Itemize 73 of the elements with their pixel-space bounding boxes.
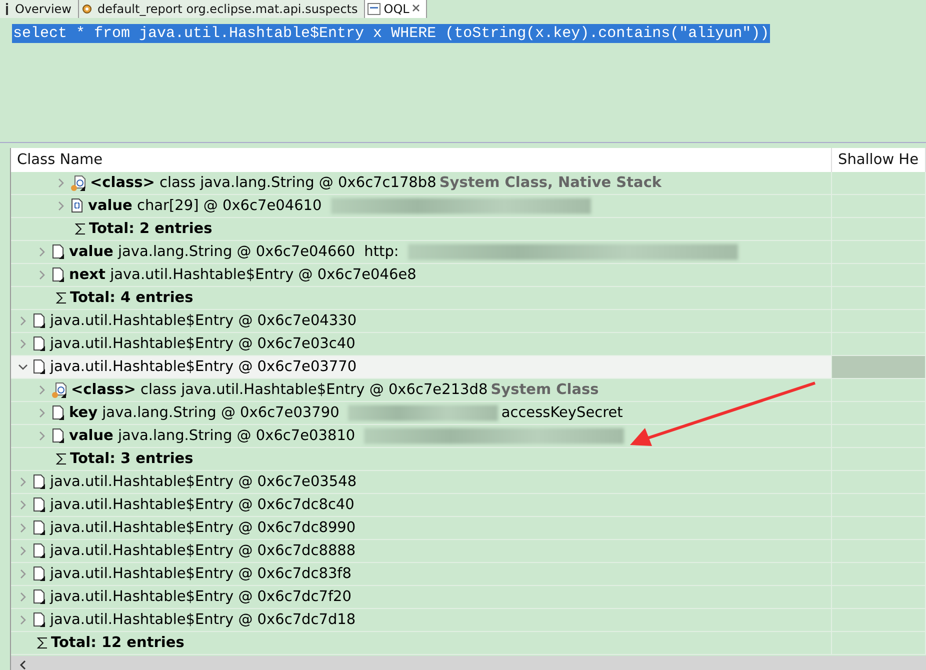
object-label: java.util.Hashtable$Entry @ 0x6c7e03c40 — [50, 336, 356, 352]
class-icon — [70, 174, 87, 192]
tree-row[interactable]: Total: 12 entries — [11, 632, 926, 655]
object-label: value char[29] @ 0x6c7e04610 — [88, 198, 322, 214]
object-icon — [32, 589, 47, 605]
class-note: System Class — [490, 382, 599, 398]
object-icon — [51, 244, 66, 260]
tree-row[interactable]: Total: 2 entries — [11, 218, 926, 241]
sigma-icon — [37, 637, 48, 649]
object-icon — [32, 336, 47, 352]
sigma-icon — [75, 223, 86, 235]
object-label: java.util.Hashtable$Entry @ 0x6c7dc8c40 — [50, 497, 354, 513]
object-label: value java.lang.String @ 0x6c7e03810 — [69, 428, 356, 444]
object-icon — [32, 612, 47, 628]
total-label: Total: 12 entries — [51, 635, 184, 651]
query-document-icon — [366, 3, 381, 15]
tree-row[interactable]: java.util.Hashtable$Entry @ 0x6c7e04330 — [11, 310, 926, 333]
class-note: System Class, Native Stack — [439, 175, 662, 191]
object-icon — [51, 267, 66, 283]
editor-tab[interactable]: default_report org.eclipse.mat.api.suspects — [78, 0, 365, 18]
object-label: value java.lang.String @ 0x6c7e04660 — [69, 244, 356, 260]
value-text: http: — [364, 244, 399, 260]
object-icon — [32, 566, 47, 582]
tree-row[interactable]: java.util.Hashtable$Entry @ 0x6c7dc8888 — [11, 540, 926, 563]
object-icon — [32, 520, 47, 536]
object-label: java.util.Hashtable$Entry @ 0x6c7dc7d18 — [50, 612, 356, 628]
tree-row[interactable]: value char[29] @ 0x6c7e04610 — [11, 195, 926, 218]
object-label: java.util.Hashtable$Entry @ 0x6c7e03770 — [50, 359, 357, 375]
tree-row[interactable]: <class> class java.util.Hashtable$Entry @ 0x6c7e213d8 System Class — [11, 379, 926, 402]
object-label: java.util.Hashtable$Entry @ 0x6c7e04330 — [50, 313, 357, 329]
editor-tab[interactable]: Overview — [0, 0, 78, 18]
tree-row[interactable]: Total: 3 entries — [11, 448, 926, 471]
tree-row[interactable]: java.util.Hashtable$Entry @ 0x6c7dc8c40 — [11, 494, 926, 517]
query-text[interactable]: select * from java.util.Hashtable$Entry x WHERE (toString(x.key).contains("aliyun")) — [12, 24, 770, 43]
tree-row[interactable]: java.util.Hashtable$Entry @ 0x6c7e03548 — [11, 471, 926, 494]
object-label: <class> class java.lang.String @ 0x6c7c178b8 — [90, 175, 436, 191]
tree-row[interactable]: <class> class java.lang.String @ 0x6c7c178b8 System Class, Native Stack — [11, 172, 926, 195]
class-icon — [51, 382, 68, 398]
total-label: Total: 4 entries — [70, 290, 194, 306]
editor-tab[interactable]: OQL — [364, 0, 428, 18]
scroll-left-icon[interactable] — [19, 660, 27, 670]
value-text: accessKeySecret — [501, 405, 623, 421]
column-header[interactable]: Shallow He — [832, 148, 926, 172]
object-icon — [32, 543, 47, 559]
object-icon — [32, 474, 47, 490]
tree-row[interactable]: java.util.Hashtable$Entry @ 0x6c7dc8990 — [11, 517, 926, 540]
object-icon — [51, 428, 66, 444]
sigma-icon — [56, 292, 67, 304]
object-label: key java.lang.String @ 0x6c7e03790 — [69, 405, 340, 421]
object-icon — [32, 497, 47, 513]
object-label: <class> class java.util.Hashtable$Entry @ 0x6c7e213d8 — [71, 382, 488, 398]
tree-row[interactable]: java.util.Hashtable$Entry @ 0x6c7dc7d18 — [11, 609, 926, 632]
tree-row[interactable]: key java.lang.String @ 0x6c7e03790 accessKeySecret — [11, 402, 926, 425]
total-label: Total: 2 entries — [89, 221, 212, 237]
sigma-icon — [56, 453, 67, 465]
object-label: java.util.Hashtable$Entry @ 0x6c7dc83f8 — [50, 566, 352, 582]
tree-row[interactable]: java.util.Hashtable$Entry @ 0x6c7dc83f8 — [11, 563, 926, 586]
object-label: java.util.Hashtable$Entry @ 0x6c7dc8888 — [50, 543, 356, 559]
object-icon — [51, 405, 66, 421]
tree-row[interactable]: value java.lang.String @ 0x6c7e04660 http: — [11, 241, 926, 264]
tree-row[interactable]: java.util.Hashtable$Entry @ 0x6c7dc7f20 — [11, 586, 926, 609]
tree-row[interactable]: Total: 4 entries — [11, 287, 926, 310]
column-header[interactable]: Class Name — [11, 148, 832, 172]
object-label: java.util.Hashtable$Entry @ 0x6c7dc8990 — [50, 520, 356, 536]
object-icon — [32, 313, 47, 329]
object-label: java.util.Hashtable$Entry @ 0x6c7dc7f20 — [50, 589, 352, 605]
object-label: java.util.Hashtable$Entry @ 0x6c7e03548 — [50, 474, 357, 490]
tree-row[interactable]: next java.util.Hashtable$Entry @ 0x6c7e046e8 — [11, 264, 926, 287]
object-label: next java.util.Hashtable$Entry @ 0x6c7e046e8 — [69, 267, 416, 283]
array-icon — [70, 198, 85, 214]
total-label: Total: 3 entries — [70, 451, 194, 467]
object-icon — [32, 359, 47, 375]
tree-row[interactable]: value java.lang.String @ 0x6c7e03810 — [11, 425, 926, 448]
